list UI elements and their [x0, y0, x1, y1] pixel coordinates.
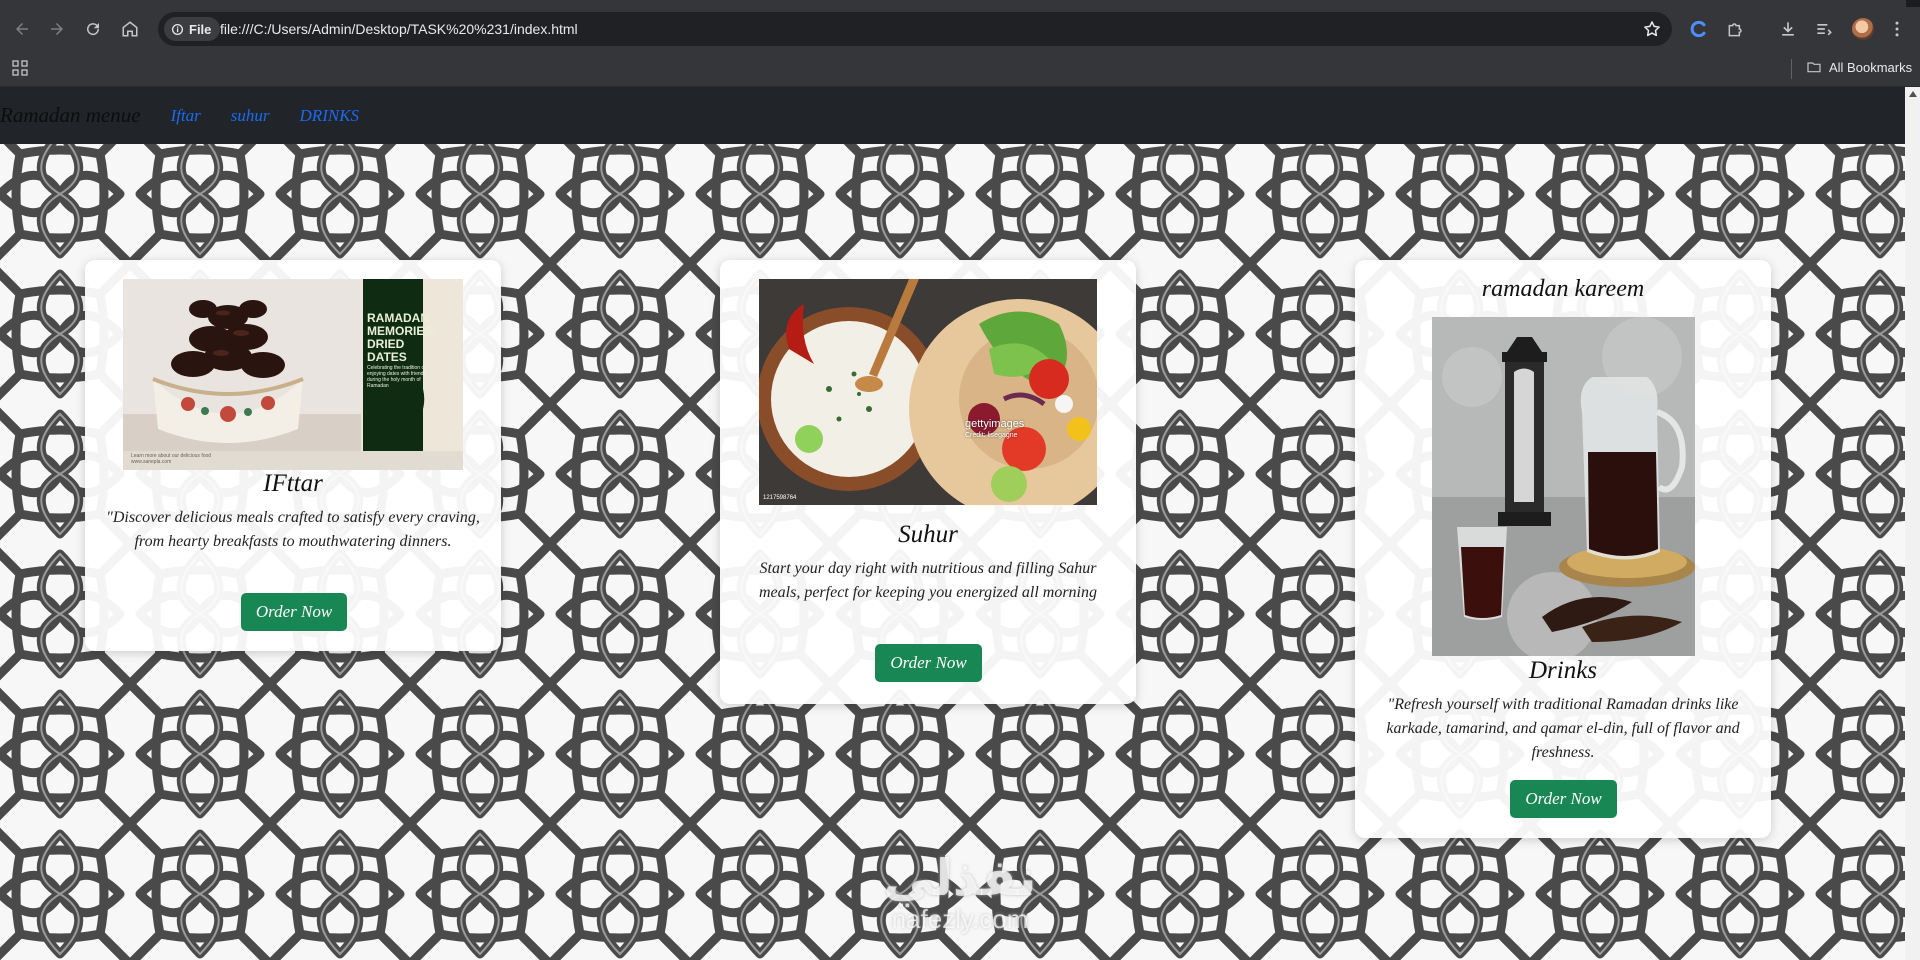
watermark-latin: nafezly.com: [891, 904, 1029, 934]
dates-image-footer: Learn more about our delicious food www.…: [131, 453, 212, 465]
nafezly-watermark: نفذلي nafezly.com: [855, 850, 1065, 932]
suhur-food-image: gettyimages Credit: lisegagne 1217598764: [759, 279, 1097, 505]
card-text-drinks: "Refresh yourself with traditional Ramad…: [1386, 696, 1740, 761]
card-text-suhur: Start your day right with nutritious and…: [759, 560, 1097, 601]
reload-icon[interactable]: [80, 16, 106, 42]
drinks-image: [1432, 317, 1695, 656]
star-icon[interactable]: [1642, 19, 1662, 39]
avatar[interactable]: [1852, 18, 1874, 40]
nav-link-iftar[interactable]: Iftar: [171, 106, 201, 126]
extension-c-icon[interactable]: [1688, 18, 1710, 40]
address-bar[interactable]: File file:///C:/Users/Admin/Desktop/TASK…: [158, 12, 1672, 46]
getty-watermark: gettyimages: [965, 418, 1025, 430]
dates-image-blurb: Celebrating the tradition of enjoying da…: [367, 365, 426, 389]
menu-card-drinks: ramadan kareem Drinks "Refresh yourself …: [1355, 260, 1771, 838]
site-info-chip[interactable]: File: [164, 17, 221, 41]
kebab-menu-icon[interactable]: [1886, 18, 1908, 40]
nav-link-suhur[interactable]: suhur: [231, 106, 270, 126]
card-title-suhur: Suhur: [898, 521, 958, 548]
all-bookmarks-label: All Bookmarks: [1829, 59, 1913, 75]
puzzle-icon[interactable]: [1725, 18, 1747, 40]
folder-icon: [1807, 62, 1821, 73]
dates-image-heading: RAMADAN MEMORIES: DRIED DATES: [367, 311, 437, 364]
back-arrow-icon[interactable]: [9, 16, 35, 42]
page-scrollbar[interactable]: [1905, 87, 1920, 960]
site-info-label: File: [189, 21, 212, 37]
bookmarks-separator: [1791, 59, 1792, 79]
url-text[interactable]: file:///C:/Users/Admin/Desktop/TASK%20%2…: [220, 21, 578, 37]
all-bookmarks-button[interactable]: All Bookmarks: [1806, 59, 1912, 75]
scroll-up-arrow-icon[interactable]: [1909, 91, 1917, 97]
order-now-button-drinks[interactable]: Order Now: [1510, 780, 1617, 818]
order-now-button-suhur[interactable]: Order Now: [875, 644, 982, 682]
getty-credit: Credit: lisegagne: [965, 432, 1018, 439]
watermark-arabic: نفذلي: [883, 849, 1037, 907]
menu-card-iftar: RAMADAN MEMORIES: DRIED DATES Celebratin…: [85, 260, 501, 651]
reading-list-icon[interactable]: [1813, 18, 1835, 40]
card-text-iftar: "Discover delicious meals crafted to sat…: [106, 509, 480, 550]
ramadan-kareem-heading: ramadan kareem: [1481, 276, 1645, 302]
order-now-button-iftar[interactable]: Order Now: [241, 593, 347, 631]
home-icon[interactable]: [117, 16, 143, 42]
dried-dates-image: RAMADAN MEMORIES: DRIED DATES Celebratin…: [123, 279, 463, 470]
photo-id: 1217598764: [763, 495, 797, 501]
menu-card-suhur: gettyimages Credit: lisegagne 1217598764…: [720, 260, 1136, 704]
forward-arrow-icon[interactable]: [44, 16, 70, 42]
brand-title[interactable]: Ramadan menue: [0, 103, 141, 128]
card-title-drinks: Drinks: [1528, 657, 1598, 684]
nav-link-drinks[interactable]: DRINKS: [300, 106, 360, 126]
info-icon: [171, 23, 184, 35]
page-viewport: Ramadan menue Iftar suhur DRINKS RAMADAN…: [0, 87, 1905, 960]
browser-toolbar: File file:///C:/Users/Admin/Desktop/TASK…: [0, 7, 1920, 51]
bookmarks-bar: All Bookmarks: [0, 51, 1920, 87]
site-navbar: Ramadan menue Iftar suhur DRINKS: [0, 87, 1905, 144]
tab-strip: [0, 0, 1920, 7]
card-title-iftar: IFttar: [263, 470, 323, 497]
apps-grid-icon[interactable]: [12, 60, 28, 76]
active-tab-edge: [0, 0, 1906, 7]
download-icon[interactable]: [1777, 18, 1799, 40]
